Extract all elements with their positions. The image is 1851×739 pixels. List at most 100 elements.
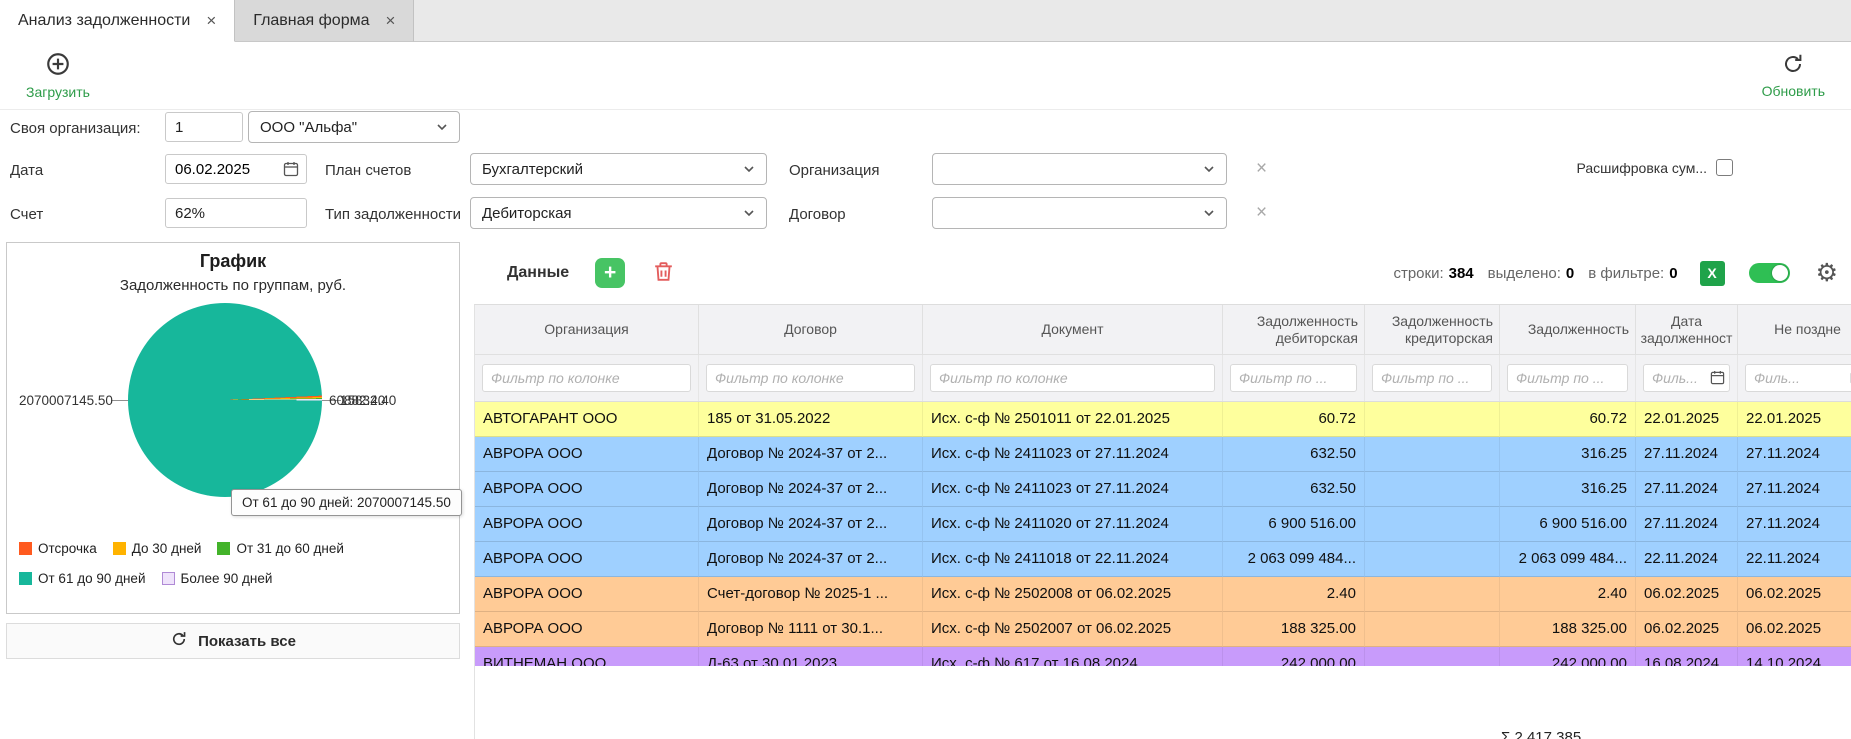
cell[interactable]: 2 063 099 484... bbox=[1223, 542, 1365, 577]
cell[interactable]: Договор № 1111 от 30.1... bbox=[699, 612, 923, 647]
column-header-1[interactable]: Договор bbox=[699, 305, 923, 354]
cell[interactable]: 242 000.00 bbox=[1223, 647, 1365, 666]
cell[interactable]: Исх. с-ф № 617 от 16.08.2024 bbox=[923, 647, 1223, 666]
cell[interactable]: 2.40 bbox=[1223, 577, 1365, 612]
calendar-icon[interactable] bbox=[283, 161, 299, 177]
cell[interactable]: Исх. с-ф № 2502008 от 06.02.2025 bbox=[923, 577, 1223, 612]
date-input[interactable] bbox=[165, 154, 307, 184]
table-row[interactable]: АВРОРА ОООДоговор № 2024-37 от 2...Исх. … bbox=[475, 507, 1851, 542]
cell[interactable]: АВРОРА ООО bbox=[475, 612, 699, 647]
column-filter-input-1[interactable] bbox=[707, 365, 914, 391]
add-row-button[interactable]: + bbox=[595, 258, 625, 288]
organization-clear-icon[interactable]: × bbox=[1256, 159, 1267, 178]
cell[interactable]: 242 000.00 bbox=[1500, 647, 1636, 666]
cell[interactable]: 6 900 516.00 bbox=[1500, 507, 1636, 542]
legend-item[interactable]: До 30 дней bbox=[113, 541, 202, 556]
legend-item[interactable]: Отсрочка bbox=[19, 541, 97, 556]
cell[interactable]: Исх. с-ф № 2411023 от 27.11.2024 bbox=[923, 472, 1223, 507]
column-filter-input-4[interactable] bbox=[1373, 365, 1491, 391]
contract-clear-icon[interactable]: × bbox=[1256, 203, 1267, 222]
cell[interactable] bbox=[1365, 472, 1500, 507]
cell[interactable]: Исх. с-ф № 2411018 от 22.11.2024 bbox=[923, 542, 1223, 577]
tab-close-icon[interactable]: × bbox=[386, 12, 396, 29]
column-filter-input-3[interactable] bbox=[1231, 365, 1356, 391]
refresh-button[interactable]: Обновить bbox=[1762, 52, 1825, 99]
cell[interactable]: АВТОГАРАНТ ООО bbox=[475, 402, 699, 437]
cell[interactable]: ВИТНЕМАН ООО bbox=[475, 647, 699, 666]
column-filter-input-7[interactable] bbox=[1746, 365, 1851, 391]
debt-type-select[interactable]: Дебиторская bbox=[470, 197, 767, 229]
cell[interactable]: 27.11.2024 bbox=[1636, 437, 1738, 472]
legend-item[interactable]: От 31 до 60 дней bbox=[217, 541, 344, 556]
cell[interactable]: 27.11.2024 bbox=[1738, 437, 1851, 472]
cell[interactable]: 188 325.00 bbox=[1223, 612, 1365, 647]
color-toggle[interactable] bbox=[1749, 263, 1790, 283]
column-filter-input-2[interactable] bbox=[931, 365, 1214, 391]
column-header-4[interactable]: Задолженность кредиторская bbox=[1365, 305, 1500, 354]
contract-select[interactable] bbox=[932, 197, 1227, 229]
cell[interactable]: 6 900 516.00 bbox=[1223, 507, 1365, 542]
table-row[interactable]: АВРОРА ОООДоговор № 2024-37 от 2...Исх. … bbox=[475, 437, 1851, 472]
cell[interactable]: 316.25 bbox=[1500, 472, 1636, 507]
table-row[interactable]: АВРОРА ОООДоговор № 1111 от 30.1...Исх. … bbox=[475, 612, 1851, 647]
cell[interactable]: АВРОРА ООО bbox=[475, 437, 699, 472]
own-org-select[interactable]: ООО "Альфа" bbox=[248, 111, 460, 143]
cell[interactable]: Договор № 2024-37 от 2... bbox=[699, 472, 923, 507]
column-header-6[interactable]: Дата задолженност bbox=[1636, 305, 1738, 354]
cell[interactable] bbox=[1365, 647, 1500, 666]
column-filter-input-0[interactable] bbox=[483, 365, 690, 391]
cell[interactable]: 27.11.2024 bbox=[1738, 507, 1851, 542]
cell[interactable]: 632.50 bbox=[1223, 437, 1365, 472]
cell[interactable] bbox=[1365, 437, 1500, 472]
cell[interactable]: 27.11.2024 bbox=[1636, 472, 1738, 507]
cell[interactable]: АВРОРА ООО bbox=[475, 542, 699, 577]
cell[interactable]: АВРОРА ООО bbox=[475, 507, 699, 542]
cell[interactable]: 22.01.2025 bbox=[1636, 402, 1738, 437]
cell[interactable]: 60.72 bbox=[1223, 402, 1365, 437]
legend-item[interactable]: От 61 до 90 дней bbox=[19, 571, 146, 586]
cell[interactable] bbox=[1365, 577, 1500, 612]
cell[interactable]: 06.02.2025 bbox=[1636, 577, 1738, 612]
pie-chart[interactable] bbox=[128, 303, 322, 497]
date-input-field[interactable] bbox=[166, 161, 283, 178]
cell[interactable]: 60.72 bbox=[1500, 402, 1636, 437]
cell[interactable]: АВРОРА ООО bbox=[475, 577, 699, 612]
cell[interactable]: 188 325.00 bbox=[1500, 612, 1636, 647]
cell[interactable]: Д-63 от 30.01.2023 bbox=[699, 647, 923, 666]
calendar-icon[interactable] bbox=[1710, 370, 1725, 385]
table-row[interactable]: АВРОРА ОООСчет-договор № 2025-1 ...Исх. … bbox=[475, 577, 1851, 612]
cell[interactable]: Исх. с-ф № 2502007 от 06.02.2025 bbox=[923, 612, 1223, 647]
gear-icon[interactable]: ⚙ bbox=[1816, 261, 1838, 286]
table-row[interactable]: АВРОРА ОООДоговор № 2024-37 от 2...Исх. … bbox=[475, 472, 1851, 507]
cell[interactable] bbox=[1365, 402, 1500, 437]
organization-select[interactable] bbox=[932, 153, 1227, 185]
tab-main-form[interactable]: Главная форма× bbox=[235, 0, 414, 42]
cell[interactable]: 22.01.2025 bbox=[1738, 402, 1851, 437]
show-all-button[interactable]: Показать все bbox=[6, 623, 460, 659]
cell[interactable]: АВРОРА ООО bbox=[475, 472, 699, 507]
cell[interactable]: 27.11.2024 bbox=[1636, 507, 1738, 542]
cell[interactable]: 632.50 bbox=[1223, 472, 1365, 507]
cell[interactable]: Исх. с-ф № 2501011 от 22.01.2025 bbox=[923, 402, 1223, 437]
table-row[interactable]: ВИТНЕМАН ОООД-63 от 30.01.2023Исх. с-ф №… bbox=[475, 647, 1851, 666]
cell[interactable]: Счет-договор № 2025-1 ... bbox=[699, 577, 923, 612]
own-org-code-input[interactable] bbox=[165, 112, 243, 142]
column-header-5[interactable]: Задолженность bbox=[1500, 305, 1636, 354]
cell[interactable]: 16.08.2024 bbox=[1636, 647, 1738, 666]
cell[interactable]: 06.02.2025 bbox=[1738, 612, 1851, 647]
cell[interactable] bbox=[1365, 507, 1500, 542]
export-excel-button[interactable]: X bbox=[1700, 261, 1725, 286]
column-header-7[interactable]: Не поздне bbox=[1738, 305, 1851, 354]
cell[interactable]: Договор № 2024-37 от 2... bbox=[699, 542, 923, 577]
cell[interactable]: 22.11.2024 bbox=[1738, 542, 1851, 577]
cell[interactable]: 06.02.2025 bbox=[1738, 577, 1851, 612]
column-filter-input-5[interactable] bbox=[1508, 365, 1627, 391]
cell[interactable]: 185 от 31.05.2022 bbox=[699, 402, 923, 437]
table-row[interactable]: АВТОГАРАНТ ООО185 от 31.05.2022Исх. с-ф … bbox=[475, 402, 1851, 437]
cell[interactable]: 14.10.2024 bbox=[1738, 647, 1851, 666]
legend-item[interactable]: Более 90 дней bbox=[162, 571, 273, 586]
cell[interactable]: 2.40 bbox=[1500, 577, 1636, 612]
table-row[interactable]: АВРОРА ОООДоговор № 2024-37 от 2...Исх. … bbox=[475, 542, 1851, 577]
decode-sum-checkbox[interactable] bbox=[1716, 159, 1733, 176]
column-header-3[interactable]: Задолженность дебиторская bbox=[1223, 305, 1365, 354]
